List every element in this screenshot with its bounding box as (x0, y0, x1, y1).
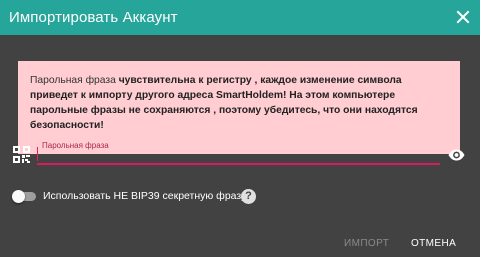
toggle-knob (12, 190, 25, 203)
text-cursor (37, 147, 38, 161)
cancel-button[interactable]: ОТМЕНА (411, 238, 456, 249)
import-button[interactable]: ИМПОРТ (344, 238, 389, 249)
passphrase-placeholder: Парольная фраза (42, 141, 109, 150)
bip39-label: Использовать НЕ BIP39 секретную фразу (43, 190, 247, 202)
help-icon[interactable]: ? (241, 189, 256, 204)
dialog-header: Импортировать Аккаунт (0, 0, 480, 35)
qr-code-icon[interactable] (13, 146, 30, 163)
close-icon[interactable] (456, 10, 470, 24)
bip39-toggle[interactable] (12, 190, 36, 203)
eye-icon[interactable] (448, 149, 465, 161)
warning-prefix: Парольная фраза (30, 75, 119, 86)
passphrase-underline (37, 163, 440, 165)
dialog-title: Импортировать Аккаунт (9, 9, 178, 26)
